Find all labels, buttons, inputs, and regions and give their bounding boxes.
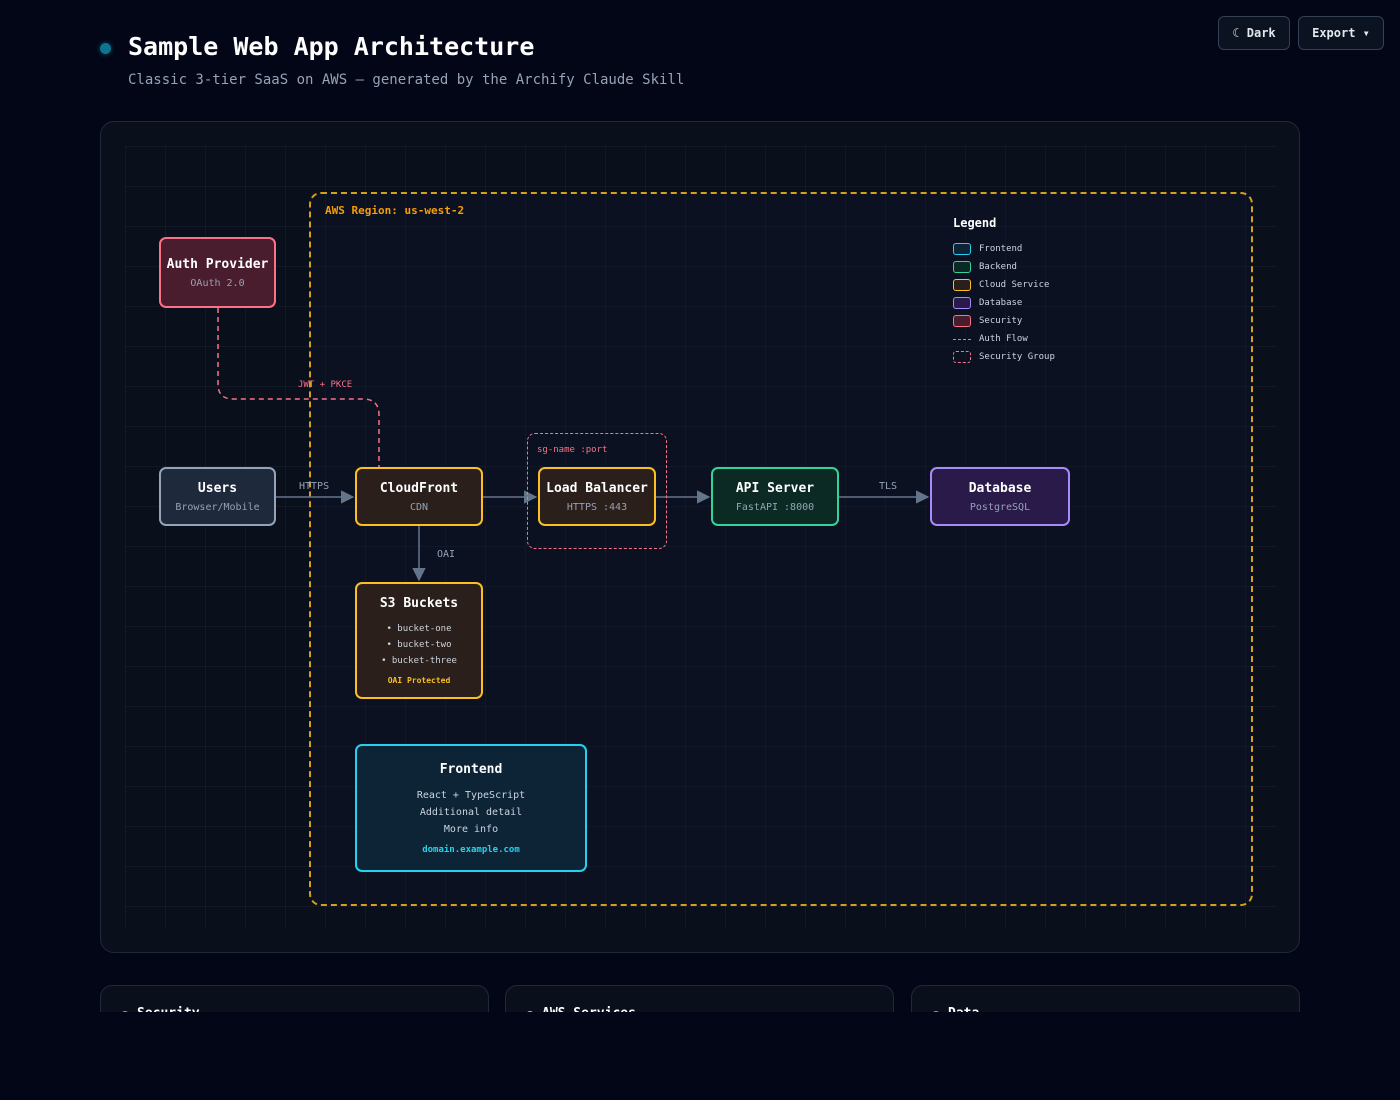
node-title: Database [968,480,1032,496]
node-auth-provider[interactable]: Auth Provider OAuth 2.0 [159,237,276,308]
node-subtitle: HTTPS :443 [566,501,628,513]
legend-swatch-icon [953,279,971,291]
legend-label: Backend [979,262,1017,272]
edge-label-auth: JWT + PKCE [298,380,353,390]
node-api-server[interactable]: API Server FastAPI :8000 [711,467,839,526]
legend-swatch-icon [953,315,971,327]
theme-toggle-button[interactable]: ☾ Dark [1218,16,1290,50]
legend-swatch-icon [953,261,971,273]
legend-item-cloud-service: Cloud Service [953,276,1055,294]
legend-label: Security Group [979,352,1055,362]
legend-item-frontend: Frontend [953,240,1055,258]
frontend-details: React + TypeScript Additional detail Mor… [417,787,525,838]
node-frontend[interactable]: Frontend React + TypeScript Additional d… [355,744,587,872]
edge-label-https: HTTPS [299,481,330,492]
legend-label: Auth Flow [979,334,1028,344]
node-subtitle: FastAPI :8000 [735,501,815,513]
title-dot-icon [100,43,111,54]
frontend-detail-line: More info [443,824,499,835]
legend-item-security-group: Security Group [953,348,1055,366]
security-group-label: sg-name :port [537,445,608,455]
node-title: Auth Provider [166,256,269,272]
bucket-item: • bucket-three [381,656,457,666]
node-title: Load Balancer [546,480,648,496]
node-title: CloudFront [379,480,459,496]
legend-item-security: Security [953,312,1055,330]
node-subtitle: CDN [409,501,429,513]
page-title: Sample Web App Architecture [128,32,535,61]
viewport-bottom-edge [0,1012,1400,1100]
bucket-item: • bucket-one [386,624,452,634]
dashed-box-icon [953,351,971,363]
s3-note: OAI Protected [387,676,451,685]
bucket-item: • bucket-two [386,640,452,650]
node-subtitle: OAuth 2.0 [190,277,245,289]
legend: Legend Frontend Backend Cloud Service Da… [953,216,1055,366]
legend-label: Database [979,298,1023,308]
node-database[interactable]: Database PostgreSQL [930,467,1070,526]
diagram-canvas[interactable]: AWS Region: us-west-2 sg-name :port HTTP… [100,121,1300,953]
legend-label: Cloud Service [979,280,1050,290]
edges-layer [217,308,930,582]
bucket-list: • bucket-one • bucket-two • bucket-three [381,621,457,669]
edge-label-oai: OAI [437,549,456,560]
legend-item-auth-flow: Auth Flow [953,330,1055,348]
node-users[interactable]: Users Browser/Mobile [159,467,276,526]
node-title: Frontend [439,762,503,777]
legend-label: Security [979,316,1023,326]
node-load-balancer[interactable]: Load Balancer HTTPS :443 [538,467,656,526]
dashed-line-icon [953,338,971,340]
legend-label: Frontend [979,244,1023,254]
legend-swatch-icon [953,297,971,309]
node-title: Users [197,480,238,496]
frontend-detail-line: React + TypeScript [416,790,526,801]
node-subtitle: PostgreSQL [969,501,1031,513]
legend-swatch-icon [953,243,971,255]
node-s3-buckets[interactable]: S3 Buckets • bucket-one • bucket-two • b… [355,582,483,699]
legend-item-backend: Backend [953,258,1055,276]
node-subtitle: Browser/Mobile [175,501,260,513]
node-title: API Server [735,480,815,496]
legend-item-database: Database [953,294,1055,312]
frontend-domain: domain.example.com [422,845,520,855]
page-subtitle: Classic 3-tier SaaS on AWS — generated b… [128,72,685,88]
edge-label-tls: TLS [879,481,898,492]
legend-title: Legend [953,216,997,230]
frontend-detail-line: Additional detail [419,807,523,818]
export-button[interactable]: Export ▾ [1298,16,1384,50]
node-cloudfront[interactable]: CloudFront CDN [355,467,483,526]
node-title: S3 Buckets [379,596,459,611]
